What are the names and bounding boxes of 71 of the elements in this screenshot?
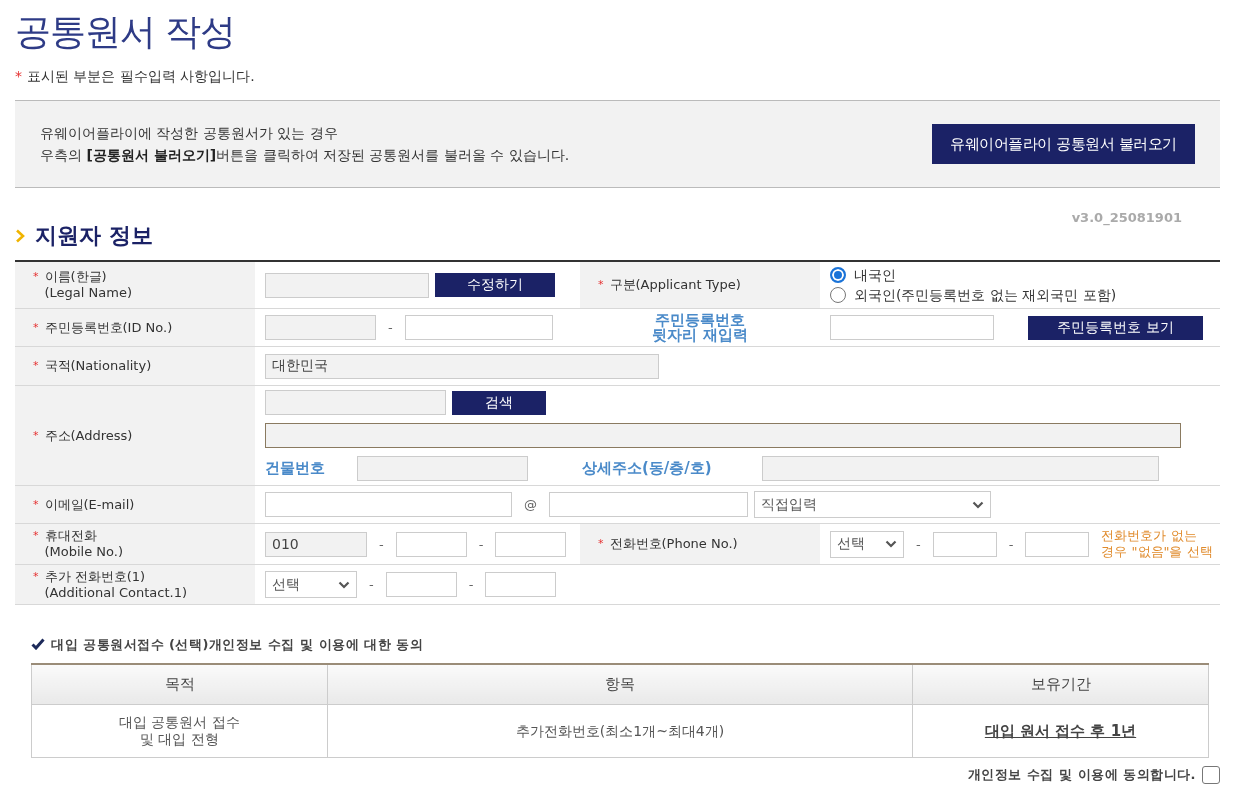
table-cell-text: 추가전화번호(최소1개~최대4개): [515, 722, 725, 739]
required-mark: *: [33, 528, 39, 544]
section-title: 지원자 정보: [35, 222, 153, 250]
field-label: 국적(Nationality): [44, 358, 152, 374]
text-field[interactable]: [385, 572, 457, 597]
checkmark-icon: [31, 638, 45, 650]
text-field[interactable]: [549, 492, 748, 517]
separator-text: -: [916, 536, 921, 552]
radio-button[interactable]: [830, 287, 846, 303]
required-mark: *: [15, 68, 22, 86]
required-mark: *: [33, 427, 39, 444]
column-header: 항목: [327, 664, 913, 705]
separator-text: -: [369, 577, 374, 592]
separator-text: -: [379, 536, 384, 552]
text-field[interactable]: [395, 531, 467, 557]
retention-link[interactable]: 대입 원서 접수 후 1년: [984, 721, 1137, 740]
hint-text: 전화번호가 없는 경우 "없음"을 선택: [1101, 528, 1213, 560]
consent-title: 대입 공통원서접수 (선택)개인정보 수집 및 이용에 대한 동의: [51, 636, 424, 654]
chevron-down-icon: [885, 540, 897, 548]
required-mark: *: [33, 568, 39, 585]
table-cell-text: 대입 공통원서 접수 및 대입 전형: [119, 714, 240, 747]
agree-label: 개인정보 수집 및 이용에 동의합니다.: [967, 766, 1196, 784]
required-note: 표시된 부분은 필수입력 사항입니다.: [27, 68, 255, 86]
field-label: 구분(Applicant Type): [609, 277, 741, 293]
field-label: 상세주소(동/층/호): [582, 459, 712, 478]
radio-label[interactable]: 내국인: [854, 266, 896, 284]
chevron-down-icon: [338, 580, 350, 589]
text-field[interactable]: [830, 315, 994, 340]
required-mark: *: [33, 269, 39, 285]
version-label: v3.0_25081901: [1071, 210, 1182, 225]
field-label: 휴대전화 (Mobile No.): [44, 528, 123, 560]
field-label: 추가 전화번호(1) (Additional Contact.1): [44, 568, 188, 601]
separator-text: -: [468, 577, 474, 592]
field-label: 주소(Address): [44, 427, 133, 444]
page-title: 공통원서 작성: [15, 10, 237, 54]
required-mark: *: [598, 536, 604, 552]
dropdown[interactable]: 선택: [265, 571, 357, 598]
action-button[interactable]: 수정하기: [435, 273, 555, 297]
chevron-down-icon: [972, 500, 984, 509]
chevron-icon: [15, 229, 25, 243]
field-label: 이름(한글) (Legal Name): [44, 269, 132, 301]
radio-button[interactable]: [830, 267, 846, 283]
separator-text: @: [524, 497, 537, 512]
field-label: 주민등록번호(ID No.): [44, 319, 173, 336]
required-mark: *: [598, 277, 604, 293]
separator-text: -: [1008, 536, 1014, 552]
required-mark: *: [33, 319, 39, 336]
text-field[interactable]: [265, 492, 512, 517]
separator-text: -: [478, 536, 484, 552]
required-mark: *: [33, 358, 39, 374]
field-label: 이메일(E-mail): [44, 496, 135, 513]
text-field[interactable]: [404, 315, 553, 340]
field-label: 주민등록번호 뒷자리 재입력: [652, 312, 748, 343]
action-button[interactable]: 검색: [452, 390, 546, 415]
column-header: 보유기간: [912, 664, 1209, 705]
import-button[interactable]: 유웨이어플라이 공통원서 불러오기: [932, 124, 1195, 164]
column-header: 목적: [31, 664, 328, 705]
dropdown[interactable]: 선택: [830, 530, 904, 558]
required-mark: *: [33, 496, 39, 513]
radio-label[interactable]: 외국인(주민등록번호 없는 재외국민 포함): [854, 286, 1117, 304]
field-label: 전화번호(Phone No.): [609, 536, 738, 552]
text-field[interactable]: [932, 531, 997, 557]
text-field[interactable]: [1025, 531, 1090, 557]
separator-text: -: [388, 320, 393, 335]
info-text: 유웨이어플라이에 작성한 공통원서가 있는 경우 우측의 [공통원서 불러오기]버튼을 클릭하여 저장된 공통원서를 불러올 수 있습니다.: [40, 124, 570, 165]
field-label: 건물번호: [265, 459, 325, 478]
dropdown[interactable]: 직접입력: [754, 491, 991, 518]
agree-checkbox[interactable]: [1202, 766, 1220, 784]
text-field[interactable]: [485, 572, 557, 597]
text-field[interactable]: [495, 531, 567, 557]
action-button[interactable]: 주민등록번호 보기: [1028, 315, 1203, 340]
